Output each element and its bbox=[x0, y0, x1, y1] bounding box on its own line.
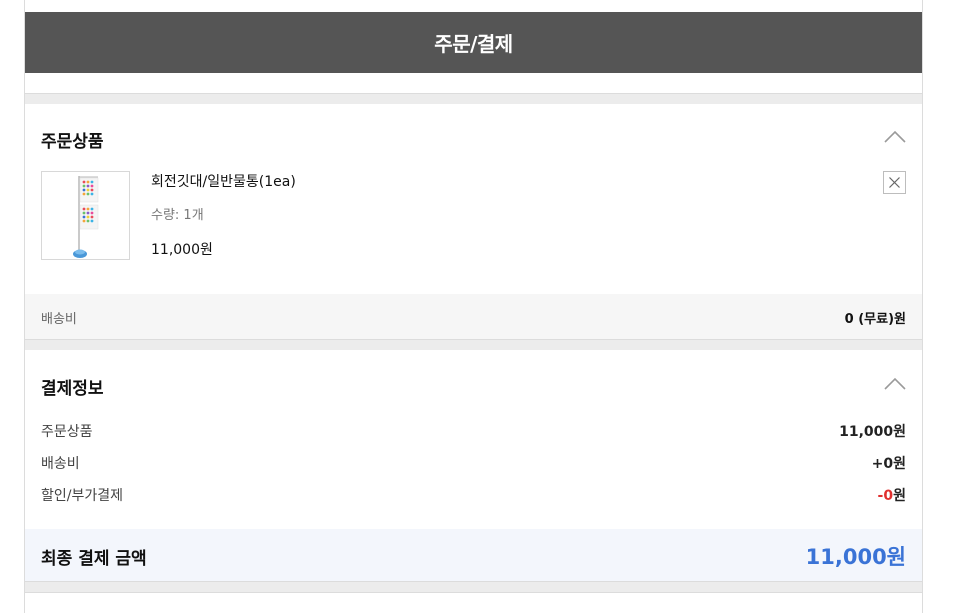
checkout-page: 주문/결제 주문상품 회전깃대/일반물통(1ea) 수량: 1개 11,000원… bbox=[24, 0, 923, 613]
payment-row-discount: 할인/부가결제 -0원 bbox=[41, 485, 906, 507]
chevron-up-icon[interactable] bbox=[884, 376, 906, 390]
product-quantity: 수량: 1개 bbox=[151, 208, 204, 223]
payment-row-label: 배송비 bbox=[41, 456, 80, 472]
remove-item-button[interactable] bbox=[883, 171, 906, 194]
page-title: 주문/결제 bbox=[434, 32, 513, 56]
product-price: 11,000원 bbox=[151, 242, 213, 258]
payment-row-value: -0원 bbox=[878, 485, 906, 505]
section-gap bbox=[25, 340, 922, 350]
divider bbox=[25, 592, 922, 593]
final-payment-amount: 11,000원 bbox=[805, 545, 906, 569]
close-icon bbox=[889, 177, 900, 188]
payment-section-title: 결제정보 bbox=[41, 379, 104, 399]
payment-row-label: 주문상품 bbox=[41, 424, 93, 440]
payment-row-value: 11,000원 bbox=[839, 424, 906, 440]
payment-row-products: 주문상품 11,000원 bbox=[41, 421, 906, 443]
order-section-title: 주문상품 bbox=[41, 132, 104, 152]
section-gap bbox=[25, 582, 922, 592]
page-header: 주문/결제 bbox=[25, 12, 922, 73]
shipping-fee-label: 배송비 bbox=[41, 312, 77, 327]
final-payment-bar: 최종 결제 금액 11,000원 bbox=[25, 529, 922, 582]
product-image[interactable] bbox=[41, 171, 130, 260]
payment-row-value: +0원 bbox=[871, 456, 906, 472]
shipping-fee-value: 0 (무료)원 bbox=[844, 312, 906, 327]
currency-unit: 원 bbox=[893, 488, 906, 504]
chevron-up-icon[interactable] bbox=[884, 129, 906, 143]
section-gap bbox=[25, 94, 922, 104]
shipping-fee-bar: 배송비 0 (무료)원 bbox=[25, 294, 922, 340]
flag-banner-stand-image bbox=[73, 176, 99, 258]
discount-amount: -0 bbox=[877, 488, 894, 504]
payment-row-shipping: 배송비 +0원 bbox=[41, 453, 906, 475]
payment-row-label: 할인/부가결제 bbox=[41, 488, 123, 504]
final-payment-label: 최종 결제 금액 bbox=[41, 549, 147, 569]
product-name: 회전깃대/일반물통(1ea) bbox=[151, 174, 296, 190]
